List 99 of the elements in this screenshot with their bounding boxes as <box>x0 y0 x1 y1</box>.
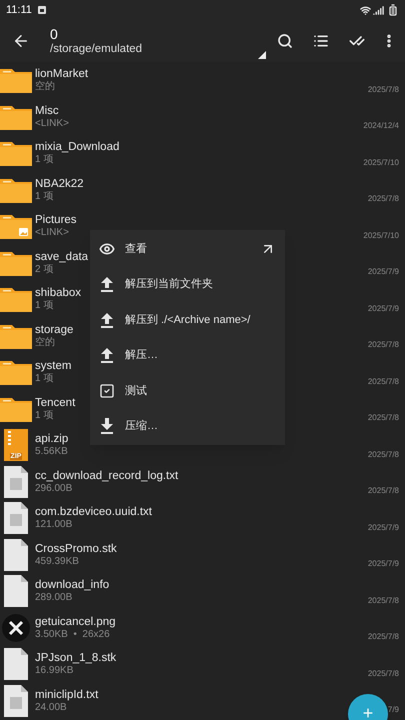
file-name: storage <box>35 322 74 336</box>
list-icon <box>313 33 329 49</box>
file-name: NBA2k22 <box>35 176 84 191</box>
text-file-icon <box>4 466 28 498</box>
menu-item-label: 测试 <box>125 384 147 398</box>
menu-item[interactable]: 解压到当前文件夹 <box>90 266 285 302</box>
file-icon <box>4 648 28 680</box>
file-name: download_info <box>35 578 110 592</box>
path-label[interactable]: /storage/emulated <box>50 42 265 56</box>
menu-item-label: 查看 <box>125 242 147 256</box>
folder-icon <box>0 176 32 203</box>
file-name: com.bzdeviceo.uuid.txt <box>35 505 152 520</box>
file-details: 121.00B <box>35 519 72 532</box>
file-date: 2024/12/4 <box>363 120 399 132</box>
file-name: system <box>35 359 72 374</box>
file-date: 2025/7/10 <box>363 156 399 168</box>
text-file-icon <box>4 502 28 534</box>
search-icon <box>277 33 293 49</box>
folder-icon <box>0 250 32 276</box>
upload-icon <box>100 347 114 364</box>
file-name: getuicancel.png <box>35 614 116 629</box>
file-details: 1 项 <box>35 300 54 312</box>
file-date: 7/9 <box>388 704 399 716</box>
file-date: 2025/7/8 <box>368 412 399 424</box>
dropdown-corner-icon[interactable] <box>258 51 266 59</box>
file-date: 2025/7/8 <box>368 193 399 205</box>
file-date: 2025/7/8 <box>368 631 399 643</box>
file-date: 2025/7/8 <box>368 376 399 388</box>
status-time: 11:11 <box>6 2 32 18</box>
file-name: miniclipId.txt <box>35 688 98 702</box>
file-details: 1 项 <box>35 190 54 203</box>
file-details: 296.00B <box>35 482 72 495</box>
file-details: 1 项 <box>35 410 54 422</box>
menu-item[interactable]: 压缩… <box>90 408 285 444</box>
file-date: 2025/7/9 <box>368 558 399 570</box>
file-name: cc_download_record_log.txt <box>35 468 178 483</box>
folder-title: 0 <box>50 26 59 42</box>
file-name: Misc <box>35 104 59 118</box>
menu-item[interactable]: 查看 <box>90 231 285 266</box>
file-date: 2025/7/8 <box>368 448 399 460</box>
file-details: 2 项 <box>35 264 54 276</box>
file-name: save_data <box>35 250 88 264</box>
menu-item-label: 压缩… <box>125 418 158 434</box>
file-details: 空的 <box>35 336 55 349</box>
file-name: mixia_Download <box>35 140 120 154</box>
file-date: 2025/7/8 <box>368 594 399 606</box>
picture-folder-icon <box>0 213 32 240</box>
wifi-icon <box>360 4 371 16</box>
folder-icon <box>0 286 32 312</box>
file-icon <box>4 575 28 608</box>
eye-icon <box>99 240 115 257</box>
file-date: 2025/7/9 <box>368 266 399 278</box>
text-file-icon <box>4 684 28 717</box>
file-date: 2025/7/8 <box>368 668 399 680</box>
file-date: 2025/7/8 <box>368 339 399 351</box>
menu-item-label: 解压… <box>125 348 158 363</box>
file-date: 2025/7/8 <box>368 485 399 497</box>
file-details: 459.39KB <box>35 556 79 568</box>
upload-icon <box>100 312 114 328</box>
file-icon <box>4 538 28 571</box>
file-details: 空的 <box>35 81 55 94</box>
file-details: 1 项 <box>35 154 54 166</box>
menu-item[interactable]: 测试 <box>90 373 285 408</box>
close-icon <box>2 614 30 642</box>
file-date: 2025/7/10 <box>363 230 399 242</box>
file-details: <LINK> <box>35 227 69 240</box>
folder-icon <box>0 322 32 349</box>
battery-icon <box>387 4 399 16</box>
file-date: 2025/7/9 <box>368 522 399 534</box>
file-details: 16.99KB <box>35 665 74 678</box>
folder-icon <box>0 396 32 422</box>
file-details: 5.56KB <box>35 446 68 458</box>
file-details: 24.00B <box>35 702 67 714</box>
file-name: CrossPromo.stk <box>35 542 117 556</box>
signal-icon <box>373 4 384 16</box>
upload-icon <box>100 276 114 292</box>
file-name: lionMarket <box>35 67 88 80</box>
menu-item[interactable]: 解压到 ./<Archive name>/ <box>90 302 285 338</box>
file-details: 289.00B <box>35 592 72 604</box>
file-date: 2025/7/8 <box>368 84 399 96</box>
folder-icon <box>0 104 32 130</box>
file-details: 3.50KB • 26x26 <box>35 628 110 641</box>
menu-item-label: 解压到当前文件夹 <box>125 276 213 292</box>
menu-item[interactable]: 解压… <box>90 338 285 373</box>
file-details: <LINK> <box>35 118 69 130</box>
file-name: shibabox <box>35 286 82 300</box>
notification-icon <box>38 6 46 14</box>
file-date: 2025/7/9 <box>368 302 399 314</box>
file-details: 1 项 <box>35 373 54 386</box>
file-name: api.zip <box>35 432 68 446</box>
folder-icon <box>0 67 32 94</box>
checkbox-icon <box>99 382 115 399</box>
folder-icon <box>0 140 32 166</box>
file-name: Pictures <box>35 213 77 228</box>
folder-icon <box>0 359 32 386</box>
file-name: JPJson_1_8.stk <box>35 651 116 666</box>
menu-item-label: 解压到 ./<Archive name>/ <box>125 312 250 328</box>
download-icon <box>100 418 114 434</box>
file-name: Tencent <box>35 396 76 410</box>
